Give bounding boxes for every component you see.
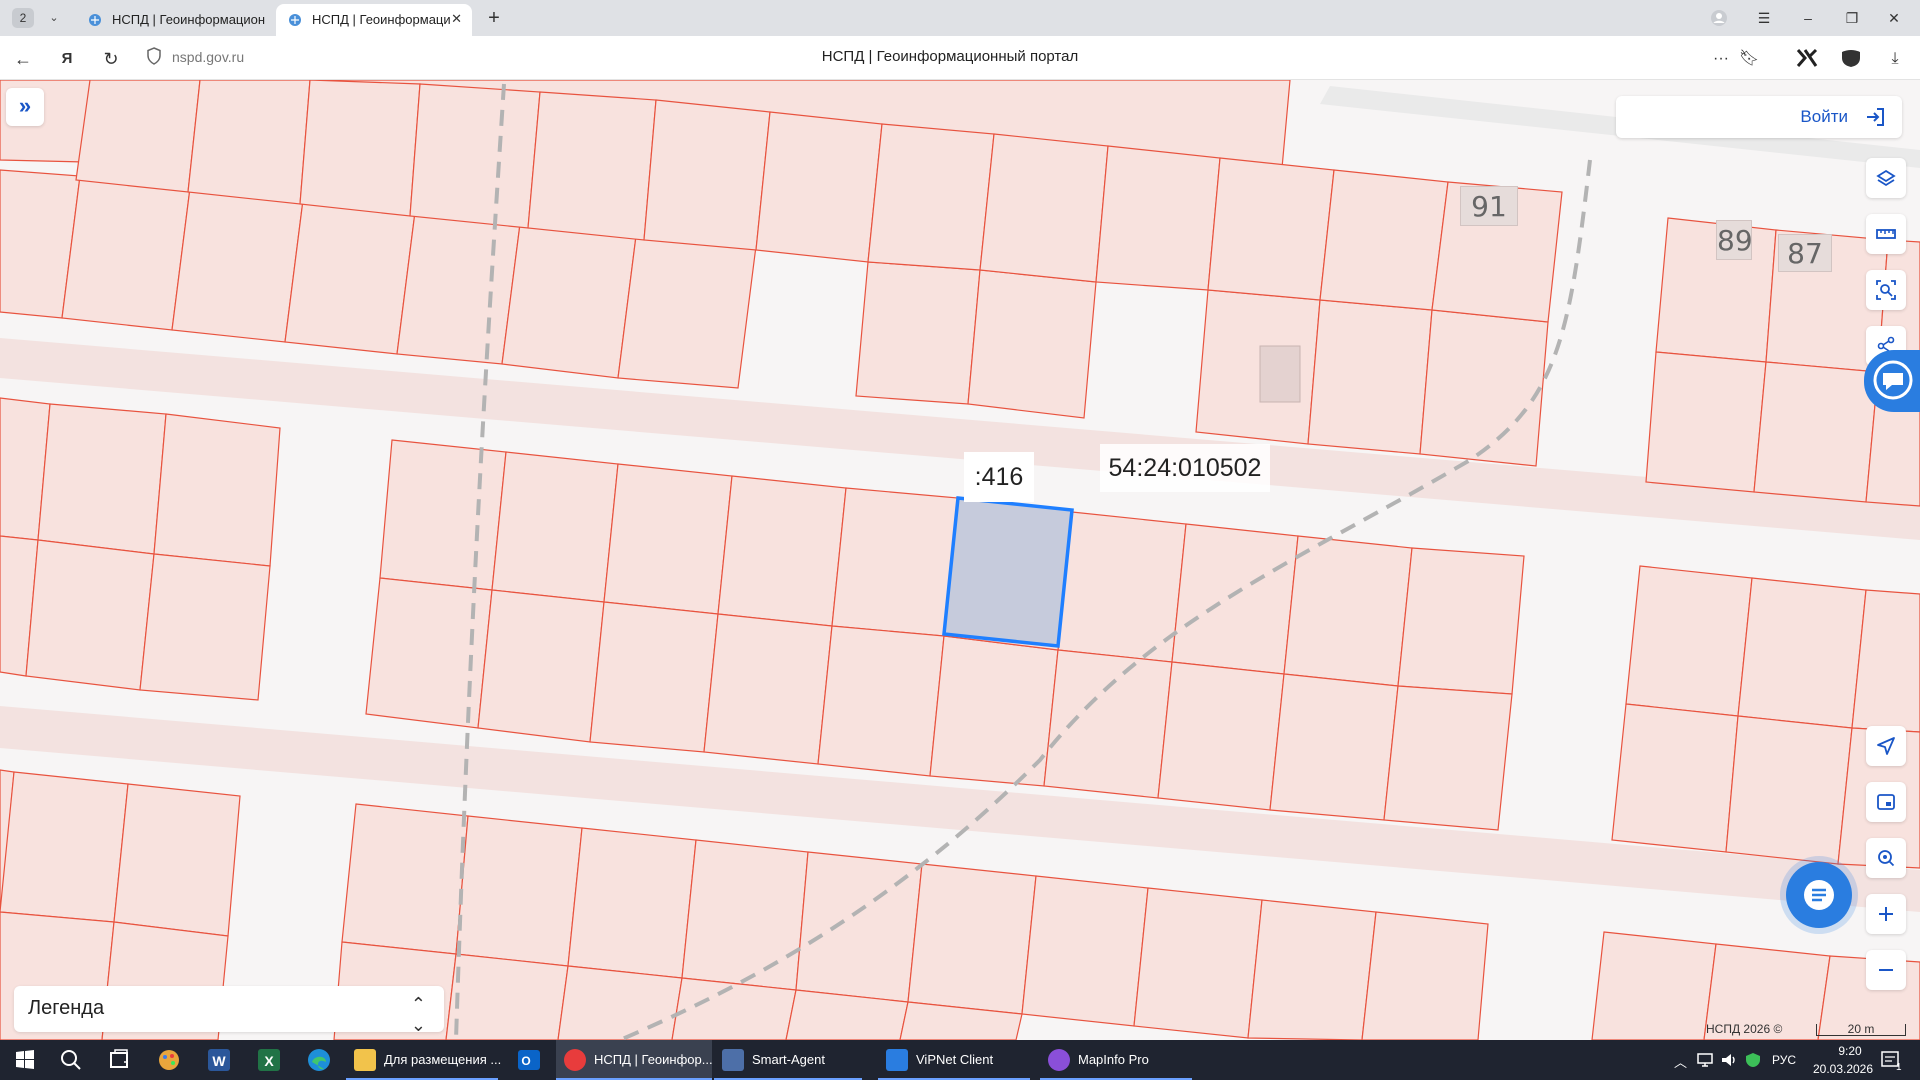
- edge-browser-icon[interactable]: [304, 1045, 334, 1075]
- house-number-label: 91: [1460, 186, 1518, 226]
- outlook-app-icon[interactable]: O: [514, 1045, 544, 1075]
- browser-tab-strip: 2 ⌄ НСПД | Геоинформацион НСПД | Геоинфо…: [0, 0, 1920, 36]
- minimap-button[interactable]: [1866, 782, 1906, 822]
- address-bar: ← Я ↻ nspd.gov.ru НСПД | Геоинформационн…: [0, 36, 1920, 80]
- building-footprint: [1259, 345, 1301, 403]
- chat-assistant-button[interactable]: [1786, 862, 1852, 928]
- extension-icon[interactable]: [1796, 48, 1818, 68]
- taskbar-app-browser[interactable]: НСПД | Геоинфор...: [556, 1040, 713, 1080]
- windows-taskbar: W X Для размещения ... O НСПД | Геоинфор…: [0, 1040, 1920, 1080]
- input-language[interactable]: РУС: [1772, 1053, 1796, 1067]
- measure-button[interactable]: [1866, 214, 1906, 254]
- tab-title: НСПД | Геоинформаци: [312, 12, 451, 27]
- tab-list-chevron-icon[interactable]: ⌄: [44, 8, 64, 28]
- zoom-in-button[interactable]: [1866, 894, 1906, 934]
- taskbar-app-vipnet[interactable]: ViPNet Client: [878, 1040, 1030, 1080]
- new-tab-button[interactable]: +: [482, 6, 506, 30]
- tab-title: НСПД | Геоинформацион: [112, 12, 266, 27]
- minus-icon: [1879, 969, 1893, 971]
- smart-agent-icon: [722, 1049, 744, 1071]
- excel-app-icon[interactable]: X: [254, 1045, 284, 1075]
- navigation-arrow-icon: [1877, 737, 1895, 755]
- downloads-icon[interactable]: ⤓: [1882, 46, 1908, 72]
- svg-text:X: X: [264, 1053, 274, 1069]
- security-shield-icon[interactable]: [1744, 1052, 1762, 1068]
- browser-tab-1[interactable]: НСПД | Геоинформацион: [76, 4, 272, 36]
- search-area-icon: [1876, 280, 1896, 300]
- map-copyright: НСПД 2026 ©: [1706, 1022, 1783, 1036]
- select-area-button[interactable]: [1866, 270, 1906, 310]
- notification-count: 1: [1896, 1062, 1902, 1073]
- taskbar-app-folder[interactable]: Для размещения ...: [346, 1040, 502, 1080]
- browser-menu-icon[interactable]: ☰: [1748, 6, 1780, 30]
- show-hidden-icons-chevron-icon[interactable]: ︿: [1674, 1052, 1687, 1071]
- parcel-block-middle-left: [0, 397, 281, 701]
- feedback-side-button[interactable]: [1864, 350, 1920, 412]
- geo-search-button[interactable]: [1866, 838, 1906, 878]
- map-scale-bar: 20 m: [1816, 1023, 1906, 1036]
- map-canvas[interactable]: :416 54:24:010502 91 89 87: [0, 80, 1920, 1040]
- more-options-icon[interactable]: ···: [1708, 46, 1734, 72]
- plus-icon: [1879, 907, 1893, 921]
- minimize-button[interactable]: –: [1792, 6, 1824, 30]
- search-icon[interactable]: [56, 1045, 86, 1075]
- taskbar-app-label: MapInfo Pro: [1078, 1052, 1149, 1067]
- word-app-icon[interactable]: W: [204, 1045, 234, 1075]
- browser-tab-2-active[interactable]: НСПД | Геоинформаци ✕: [276, 4, 472, 36]
- login-button[interactable]: Войти: [1616, 96, 1902, 138]
- task-view-icon[interactable]: [104, 1045, 134, 1075]
- layers-icon: [1876, 169, 1896, 187]
- close-tab-icon[interactable]: ✕: [451, 11, 462, 27]
- windows-start-icon[interactable]: [10, 1045, 40, 1075]
- svg-text:W: W: [212, 1053, 226, 1069]
- clock-time[interactable]: 9:20: [1820, 1044, 1880, 1058]
- cadastral-map-layer: [0, 80, 1920, 1040]
- site-favicon-icon: [289, 14, 301, 26]
- taskbar-app-label: Для размещения ...: [384, 1052, 502, 1067]
- selected-parcel-label: :416: [964, 452, 1034, 502]
- chat-bubble-icon: [1873, 360, 1913, 400]
- zoom-out-button[interactable]: [1866, 950, 1906, 990]
- profile-icon[interactable]: [1710, 9, 1728, 27]
- site-favicon-icon: [89, 14, 101, 26]
- taskbar-app-label: НСПД | Геоинфор...: [594, 1052, 713, 1067]
- tab-counter[interactable]: 2: [12, 8, 34, 28]
- folder-icon: [354, 1049, 376, 1071]
- bookmark-icon[interactable]: 🔖︎: [1736, 46, 1762, 72]
- location-search-icon: [1878, 850, 1895, 867]
- parcel-block-middle-right: [1611, 565, 1920, 869]
- svg-text:O: O: [521, 1054, 530, 1068]
- minimap-icon: [1877, 794, 1895, 810]
- legend-label: Легенда: [28, 997, 105, 1019]
- login-arrow-icon: [1867, 108, 1884, 126]
- page-title: НСПД | Геоинформационный портал: [821, 48, 1079, 65]
- volume-icon[interactable]: [1720, 1052, 1738, 1068]
- close-window-button[interactable]: ✕: [1878, 6, 1910, 30]
- my-location-button[interactable]: [1866, 726, 1906, 766]
- house-number-label: 89: [1716, 220, 1753, 260]
- paint-app-icon[interactable]: [154, 1045, 184, 1075]
- restore-button[interactable]: ❐: [1836, 6, 1868, 30]
- vipnet-icon: [886, 1049, 908, 1071]
- taskbar-app-mapinfo[interactable]: MapInfo Pro: [1040, 1040, 1192, 1080]
- taskbar-app-smart-agent[interactable]: Smart-Agent: [714, 1040, 862, 1080]
- cadastral-block-label: 54:24:010502: [1100, 444, 1270, 492]
- expand-collapse-icon[interactable]: ⌃ ⌄: [411, 994, 426, 1036]
- ruler-icon: [1876, 229, 1896, 239]
- message-icon: [1804, 880, 1834, 910]
- taskbar-app-label: ViPNet Client: [916, 1052, 994, 1067]
- layers-button[interactable]: [1866, 158, 1906, 198]
- mapinfo-icon: [1048, 1049, 1070, 1071]
- login-label: Войти: [1800, 107, 1848, 126]
- legend-panel[interactable]: Легенда ⌃ ⌄: [14, 986, 444, 1035]
- network-icon[interactable]: [1696, 1052, 1714, 1068]
- selected-parcel[interactable]: [942, 496, 1074, 648]
- protect-shield-icon[interactable]: [1840, 48, 1862, 68]
- yandex-browser-icon: [564, 1049, 586, 1071]
- taskbar-app-label: Smart-Agent: [752, 1052, 825, 1067]
- house-number-label: 87: [1778, 234, 1832, 272]
- clock-date[interactable]: 20.03.2026: [1806, 1062, 1880, 1076]
- expand-panel-button[interactable]: »: [6, 88, 44, 126]
